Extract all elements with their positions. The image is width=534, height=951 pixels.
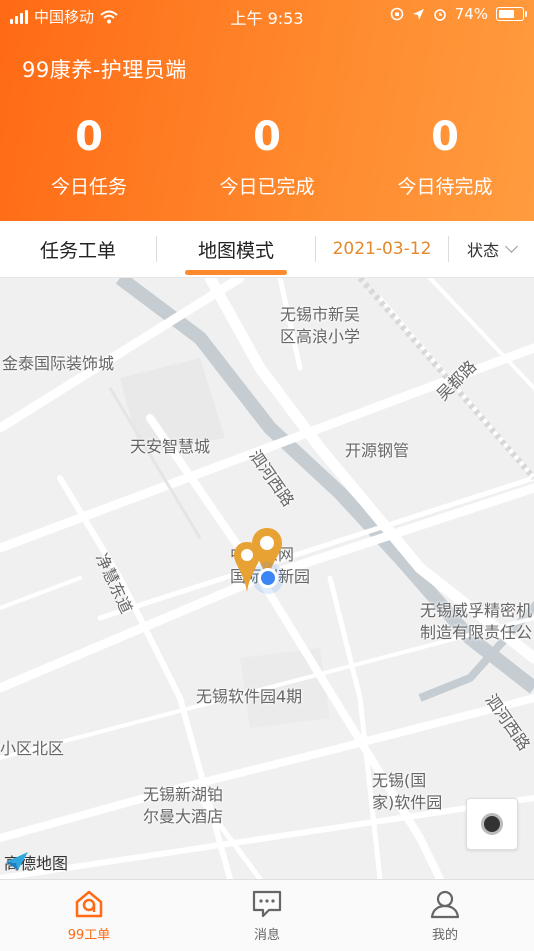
user-location-dot [258, 568, 278, 588]
stat-label: 今日任务 [50, 176, 127, 198]
nav-label: 我的 [431, 928, 458, 943]
stats-row: 0 今日任务 0 今日已完成 0 今日待完成 [0, 112, 534, 199]
home-99-icon [75, 890, 103, 918]
message-icon [252, 890, 282, 918]
stat-today-tasks[interactable]: 0 今日任务 [0, 112, 178, 199]
tab-map-mode-label: 地图模式 [197, 239, 274, 262]
map-label-school: 无锡市新吴 区高浪小学 [280, 304, 360, 348]
map-label-weifu: 无锡威孚精密机 制造有限责任公 [420, 601, 533, 642]
active-tab-indicator [185, 269, 287, 275]
tab-map-mode[interactable]: 地图模式 [157, 236, 315, 275]
nav-item-messages[interactable]: 消息 [178, 880, 356, 951]
stat-today-pending[interactable]: 0 今日待完成 [356, 112, 534, 199]
locate-icon [481, 813, 503, 835]
nav-item-orders[interactable]: 99工单 [0, 880, 178, 951]
amap-logo: 高德地图 [4, 850, 68, 874]
status-filter-label: 状态 [466, 241, 499, 260]
rotation-lock-icon [390, 7, 403, 21]
user-icon [430, 890, 460, 919]
tab-task-list[interactable]: 任务工单 [0, 236, 156, 263]
stat-value: 0 [75, 114, 103, 160]
status-bar: 中国移动 上午 9:53 74% [0, 0, 534, 30]
stat-value: 0 [431, 114, 459, 160]
battery-percent: 74% [454, 5, 488, 23]
nav-label: 99工单 [67, 928, 111, 943]
map-label-kaiyuan: 开源钢管 [345, 441, 410, 460]
map-label-text: 无锡市新吴 区高浪小学 [280, 305, 361, 346]
nav-label: 消息 [253, 928, 280, 943]
map-label-national-software-park: 无锡(国 家)软件园 [372, 771, 443, 812]
bottom-nav: 99工单 消息 我的 [0, 879, 534, 951]
view-tabs: 任务工单 地图模式 2021-03-12 状态 [0, 221, 534, 278]
nav-item-profile[interactable]: 我的 [356, 880, 534, 951]
header: 中国移动 上午 9:53 74% 99康养-护理员端 0 今日任务 0 今日已完… [0, 0, 534, 221]
battery-icon [496, 7, 527, 21]
app-title: 99康养-护理员端 [22, 58, 187, 82]
locate-button[interactable] [466, 798, 518, 850]
map-label-hotel: 无锡新湖铂 尔曼大酒店 [143, 785, 224, 826]
map-label-software-park-4: 无锡软件园4期 [196, 687, 303, 706]
map-label-xiaoqu: 小区北区 [0, 739, 65, 758]
chevron-down-icon [505, 240, 518, 253]
stat-today-completed[interactable]: 0 今日已完成 [178, 112, 356, 199]
map-label-tianan: 天安智慧城 [130, 437, 211, 456]
map-view[interactable]: 无锡市新吴 区高浪小学 金泰国际装饰城 天安智慧城 开源钢管 吴都路 泗河西路 … [0, 278, 534, 879]
amap-logo-icon [6, 852, 28, 870]
location-arrow-icon [412, 8, 424, 20]
stat-value: 0 [253, 114, 281, 160]
stat-label: 今日已完成 [219, 176, 315, 198]
map-label-jintai: 金泰国际装饰城 [2, 354, 115, 373]
alarm-icon [433, 9, 446, 21]
status-filter-dropdown[interactable]: 状态 [449, 237, 534, 261]
date-picker[interactable]: 2021-03-12 [316, 239, 448, 259]
stat-label: 今日待完成 [397, 176, 493, 198]
